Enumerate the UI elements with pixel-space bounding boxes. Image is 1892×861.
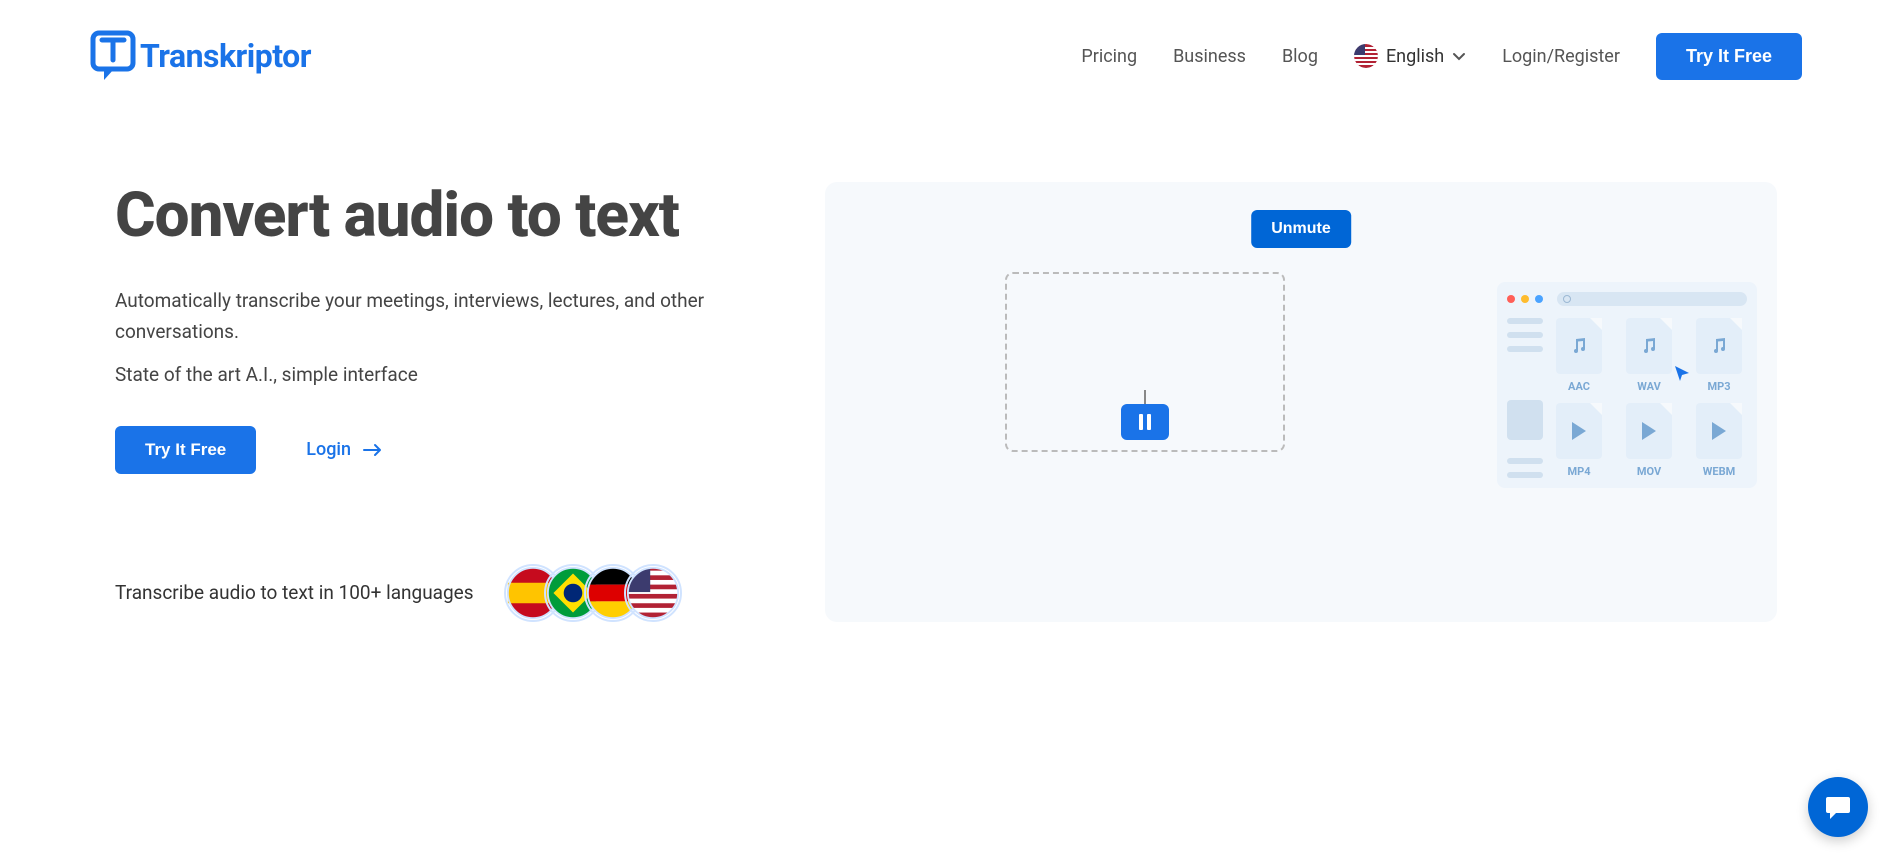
hero-description-1: Automatically transcribe your meetings, …	[115, 286, 765, 347]
audio-file-icon	[1696, 318, 1742, 374]
file-card: WEBM	[1691, 403, 1747, 478]
hero-actions: Try It Free Login	[115, 426, 765, 474]
pause-badge	[1121, 404, 1169, 440]
hero-left: Convert audio to text Automatically tran…	[115, 182, 765, 622]
language-selector[interactable]: English	[1354, 44, 1466, 68]
file-ext: MOV	[1637, 465, 1661, 478]
browser-header	[1507, 292, 1747, 306]
chat-icon	[1824, 793, 1852, 821]
browser-sidebar	[1507, 318, 1543, 478]
hero-login-label: Login	[306, 439, 351, 460]
nav: Pricing Business Blog English Login/Regi…	[1081, 33, 1802, 80]
file-card: AAC	[1551, 318, 1607, 393]
languages-row: Transcribe audio to text in 100+ languag…	[115, 564, 765, 622]
audio-file-icon	[1556, 318, 1602, 374]
chevron-down-icon	[1452, 49, 1466, 63]
logo[interactable]: Transkriptor	[90, 30, 311, 82]
audio-file-icon	[1626, 318, 1672, 374]
file-grid: AAC WAV MP3 MP4	[1551, 318, 1747, 478]
chat-widget-button[interactable]	[1808, 777, 1868, 837]
file-ext: WEBM	[1703, 465, 1735, 478]
browser-body: AAC WAV MP3 MP4	[1507, 318, 1747, 478]
video-file-icon	[1556, 403, 1602, 459]
search-bar	[1557, 292, 1747, 306]
cursor-icon	[1673, 364, 1691, 382]
file-ext: AAC	[1568, 380, 1590, 393]
window-max-dot	[1535, 295, 1543, 303]
hero: Convert audio to text Automatically tran…	[0, 102, 1892, 622]
video-file-icon	[1626, 403, 1672, 459]
languages-text: Transcribe audio to text in 100+ languag…	[115, 581, 474, 604]
flags-stack	[504, 564, 682, 622]
header: Transkriptor Pricing Business Blog Engli…	[0, 0, 1892, 102]
language-label: English	[1386, 46, 1444, 67]
browser-mockup: AAC WAV MP3 MP4	[1497, 282, 1757, 488]
file-card: MP3	[1691, 318, 1747, 393]
file-card: MP4	[1551, 403, 1607, 478]
unmute-button[interactable]: Unmute	[1251, 210, 1351, 248]
nav-pricing[interactable]: Pricing	[1081, 46, 1137, 67]
nav-cta-button[interactable]: Try It Free	[1656, 33, 1802, 80]
logo-icon	[90, 30, 136, 82]
file-ext: MP4	[1567, 465, 1590, 478]
file-ext: MP3	[1707, 380, 1730, 393]
usa-flag-icon	[1354, 44, 1378, 68]
hero-login-link[interactable]: Login	[306, 439, 383, 460]
usa-flag-icon-large	[624, 564, 682, 622]
file-card: MOV	[1621, 403, 1677, 478]
nav-blog[interactable]: Blog	[1282, 46, 1318, 67]
file-ext: WAV	[1637, 380, 1661, 393]
file-card: WAV	[1621, 318, 1677, 393]
hero-cta-button[interactable]: Try It Free	[115, 426, 256, 474]
hero-illustration: Unmute	[825, 182, 1777, 622]
window-close-dot	[1507, 295, 1515, 303]
arrow-right-icon	[363, 443, 383, 457]
pause-icon	[1139, 414, 1151, 430]
hero-title: Convert audio to text	[115, 182, 765, 250]
nav-business[interactable]: Business	[1173, 46, 1246, 67]
video-file-icon	[1696, 403, 1742, 459]
upload-dropzone	[1005, 272, 1285, 452]
window-min-dot	[1521, 295, 1529, 303]
brand-name: Transkriptor	[140, 37, 311, 75]
hero-description-2: State of the art A.I., simple interface	[115, 363, 765, 386]
nav-login-register[interactable]: Login/Register	[1502, 46, 1620, 67]
